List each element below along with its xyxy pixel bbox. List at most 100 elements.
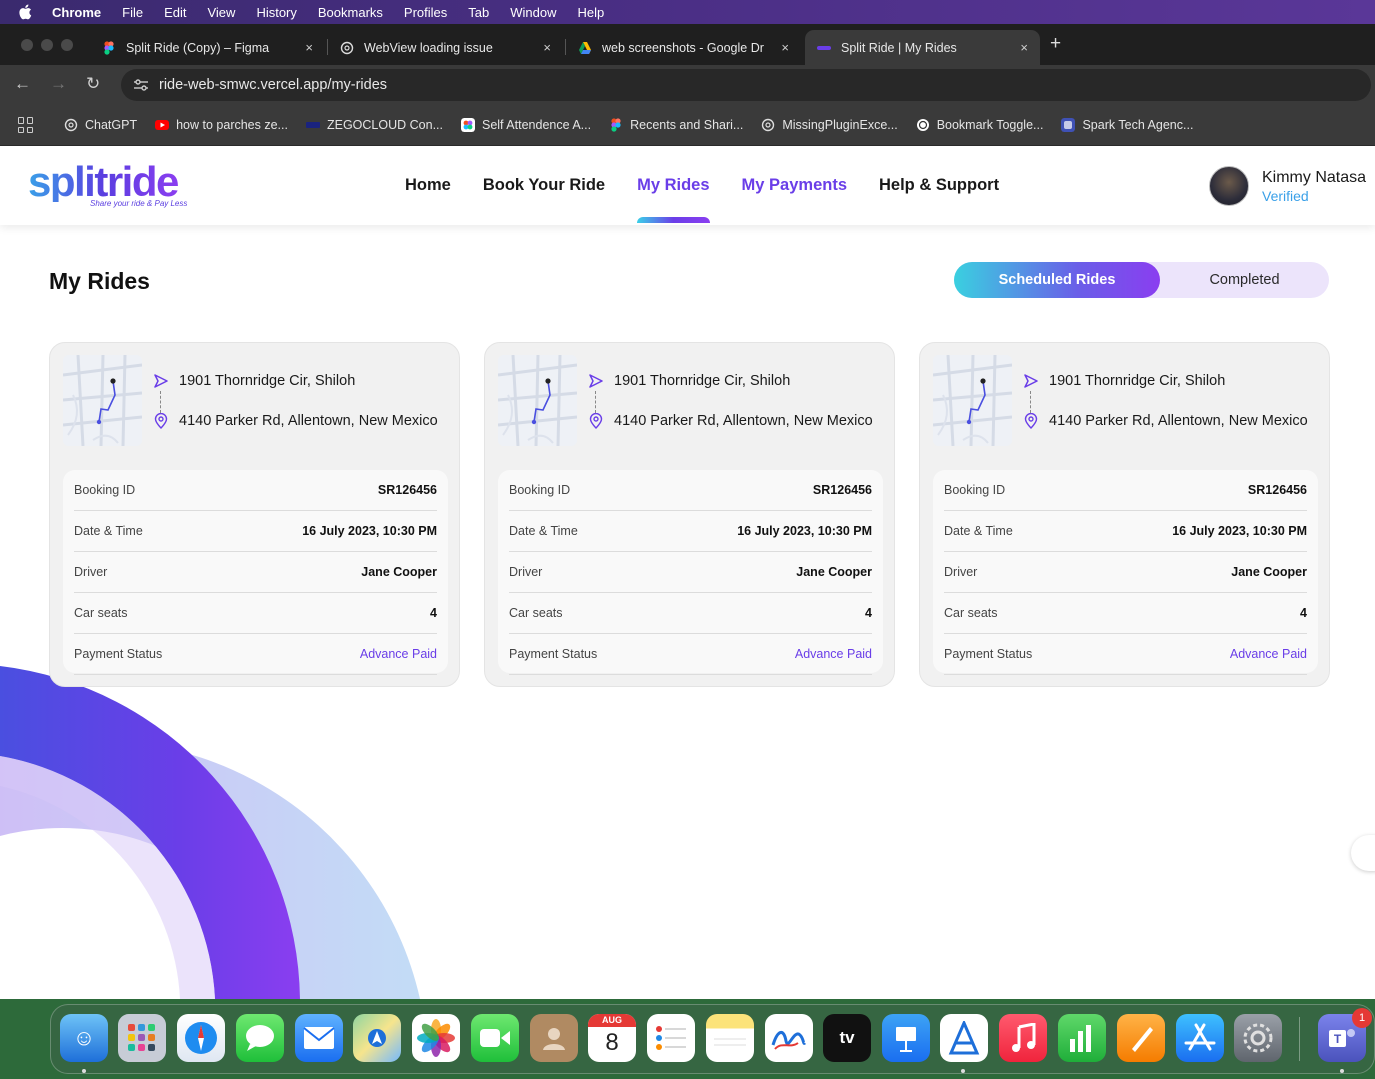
system-settings-icon[interactable] bbox=[1234, 1014, 1282, 1062]
music-icon[interactable] bbox=[999, 1014, 1047, 1062]
tab-figma[interactable]: Split Ride (Copy) – Figma × bbox=[90, 30, 325, 65]
nav-my-rides[interactable]: My Rides bbox=[637, 176, 710, 223]
reload-button[interactable]: ↻ bbox=[86, 74, 100, 94]
ride-card[interactable]: 1901 Thornridge Cir, Shiloh 4140 Parker … bbox=[49, 342, 460, 687]
xcode-instruments-icon[interactable] bbox=[940, 1014, 988, 1062]
close-tab-icon[interactable]: × bbox=[543, 40, 551, 55]
dropoff-address: 4140 Parker Rd, Allentown, New Mexico bbox=[614, 413, 873, 429]
bookmark-missing-plugin[interactable]: MissingPluginExce... bbox=[761, 118, 898, 132]
calendar-day: 8 bbox=[605, 1029, 619, 1056]
site-settings-icon[interactable] bbox=[133, 78, 149, 92]
close-tab-icon[interactable]: × bbox=[781, 40, 789, 55]
close-tab-icon[interactable]: × bbox=[1020, 40, 1028, 55]
menu-help[interactable]: Help bbox=[578, 5, 605, 20]
url-text[interactable]: ride-web-smwc.vercel.app/my-rides bbox=[159, 77, 387, 93]
tab-title: web screenshots - Google Dr bbox=[602, 40, 764, 55]
chatgpt-icon bbox=[762, 118, 775, 132]
driver-value: Jane Cooper bbox=[796, 565, 872, 579]
bookmark-self-attendence[interactable]: Self Attendence A... bbox=[460, 118, 591, 132]
detail-row: Payment Status Advance Paid bbox=[509, 634, 872, 675]
bookmark-toggle[interactable]: Bookmark Toggle... bbox=[916, 118, 1043, 132]
menu-history[interactable]: History bbox=[256, 5, 296, 20]
bookmark-recents[interactable]: Recents and Shari... bbox=[609, 118, 743, 132]
tab-completed[interactable]: Completed bbox=[1160, 262, 1329, 298]
menu-profiles[interactable]: Profiles bbox=[404, 5, 447, 20]
ride-card[interactable]: 1901 Thornridge Cir, Shiloh 4140 Parker … bbox=[919, 342, 1330, 687]
ride-card[interactable]: 1901 Thornridge Cir, Shiloh 4140 Parker … bbox=[484, 342, 895, 687]
detail-row: Booking ID SR126456 bbox=[944, 470, 1307, 511]
verified-status: Verified bbox=[1262, 187, 1309, 204]
bookmark-chatgpt[interactable]: ChatGPT bbox=[64, 118, 137, 132]
route-connector bbox=[160, 391, 161, 413]
new-tab-button[interactable]: + bbox=[1050, 33, 1061, 55]
calendar-icon[interactable]: AUG 8 bbox=[588, 1014, 636, 1062]
tab-webview-issue[interactable]: WebView loading issue × bbox=[328, 30, 563, 65]
nav-my-payments[interactable]: My Payments bbox=[742, 176, 847, 195]
detail-label: Driver bbox=[944, 565, 978, 579]
address-bar[interactable]: ride-web-smwc.vercel.app/my-rides bbox=[121, 69, 1371, 101]
keynote-icon[interactable] bbox=[882, 1014, 930, 1062]
messages-icon[interactable] bbox=[236, 1014, 284, 1062]
nav-home[interactable]: Home bbox=[405, 176, 451, 195]
apple-icon[interactable] bbox=[18, 4, 32, 20]
microsoft-teams-icon[interactable]: T 1 bbox=[1318, 1008, 1372, 1062]
detail-label: Payment Status bbox=[944, 647, 1033, 661]
freeform-icon[interactable] bbox=[765, 1014, 813, 1062]
tab-title: WebView loading issue bbox=[364, 40, 493, 55]
bookmark-youtube[interactable]: how to parches ze... bbox=[155, 118, 288, 132]
nav-book-your-ride[interactable]: Book Your Ride bbox=[483, 176, 605, 195]
logo-wordmark: splitride bbox=[28, 158, 179, 205]
apps-grid-icon[interactable] bbox=[18, 117, 34, 133]
launchpad-icon[interactable] bbox=[118, 1014, 166, 1062]
dropoff-address: 4140 Parker Rd, Allentown, New Mexico bbox=[1049, 413, 1308, 429]
menu-edit[interactable]: Edit bbox=[164, 5, 186, 20]
logo-tagline: Share your ride & Pay Less bbox=[90, 199, 188, 208]
finder-icon[interactable]: ☺ bbox=[60, 1014, 108, 1062]
forward-button[interactable]: → bbox=[50, 74, 67, 94]
bookmark-zegocloud[interactable]: ZEGOCLOUD Con... bbox=[305, 118, 443, 132]
minimize-window-button[interactable] bbox=[41, 39, 53, 51]
nav-help-support[interactable]: Help & Support bbox=[879, 176, 999, 195]
avatar[interactable] bbox=[1209, 166, 1249, 206]
pages-icon[interactable] bbox=[1117, 1014, 1165, 1062]
chatgpt-icon bbox=[340, 41, 354, 54]
mail-icon[interactable] bbox=[295, 1014, 343, 1062]
floating-assistant-button[interactable] bbox=[1351, 835, 1375, 871]
user-profile[interactable]: Kimmy Natasa Verified bbox=[1209, 166, 1366, 206]
contacts-icon[interactable] bbox=[530, 1014, 578, 1062]
menu-app-name[interactable]: Chrome bbox=[52, 5, 101, 20]
apple-tv-label: tv bbox=[839, 1028, 855, 1047]
safari-icon[interactable] bbox=[177, 1014, 225, 1062]
tab-scheduled-rides[interactable]: Scheduled Rides bbox=[954, 262, 1160, 298]
bookmark-label: Spark Tech Agenc... bbox=[1082, 118, 1194, 132]
car-seats-value: 4 bbox=[430, 606, 437, 620]
back-button[interactable]: ← bbox=[14, 74, 31, 94]
splitride-logo[interactable]: splitride Share your ride & Pay Less bbox=[28, 158, 187, 209]
bookmark-spark-tech[interactable]: Spark Tech Agenc... bbox=[1061, 118, 1193, 132]
close-window-button[interactable] bbox=[21, 39, 33, 51]
facetime-icon[interactable] bbox=[471, 1014, 519, 1062]
zoom-window-button[interactable] bbox=[61, 39, 73, 51]
app-store-icon[interactable] bbox=[1176, 1014, 1224, 1062]
reminders-icon[interactable] bbox=[647, 1014, 695, 1062]
maps-icon[interactable] bbox=[353, 1014, 401, 1062]
detail-label: Driver bbox=[509, 565, 543, 579]
apple-tv-icon[interactable]: tv bbox=[823, 1014, 871, 1062]
tab-split-ride-my-rides[interactable]: Split Ride | My Rides × bbox=[805, 30, 1040, 65]
web-page: splitride Share your ride & Pay Less Hom… bbox=[0, 146, 1375, 999]
detail-row: Driver Jane Cooper bbox=[74, 552, 437, 593]
window-controls bbox=[21, 39, 73, 51]
photos-icon[interactable] bbox=[412, 1014, 460, 1062]
close-tab-icon[interactable]: × bbox=[305, 40, 313, 55]
notes-icon[interactable] bbox=[706, 1014, 754, 1062]
tab-google-drive[interactable]: web screenshots - Google Dr × bbox=[566, 30, 801, 65]
menu-tab[interactable]: Tab bbox=[468, 5, 489, 20]
menu-file[interactable]: File bbox=[122, 5, 143, 20]
menu-view[interactable]: View bbox=[207, 5, 235, 20]
menu-window[interactable]: Window bbox=[510, 5, 556, 20]
browser-window: Split Ride (Copy) – Figma × WebView load… bbox=[0, 24, 1375, 999]
numbers-icon[interactable] bbox=[1058, 1014, 1106, 1062]
notification-badge: 1 bbox=[1352, 1008, 1372, 1028]
menu-bookmarks[interactable]: Bookmarks bbox=[318, 5, 383, 20]
tab-title: Split Ride | My Rides bbox=[841, 40, 957, 55]
